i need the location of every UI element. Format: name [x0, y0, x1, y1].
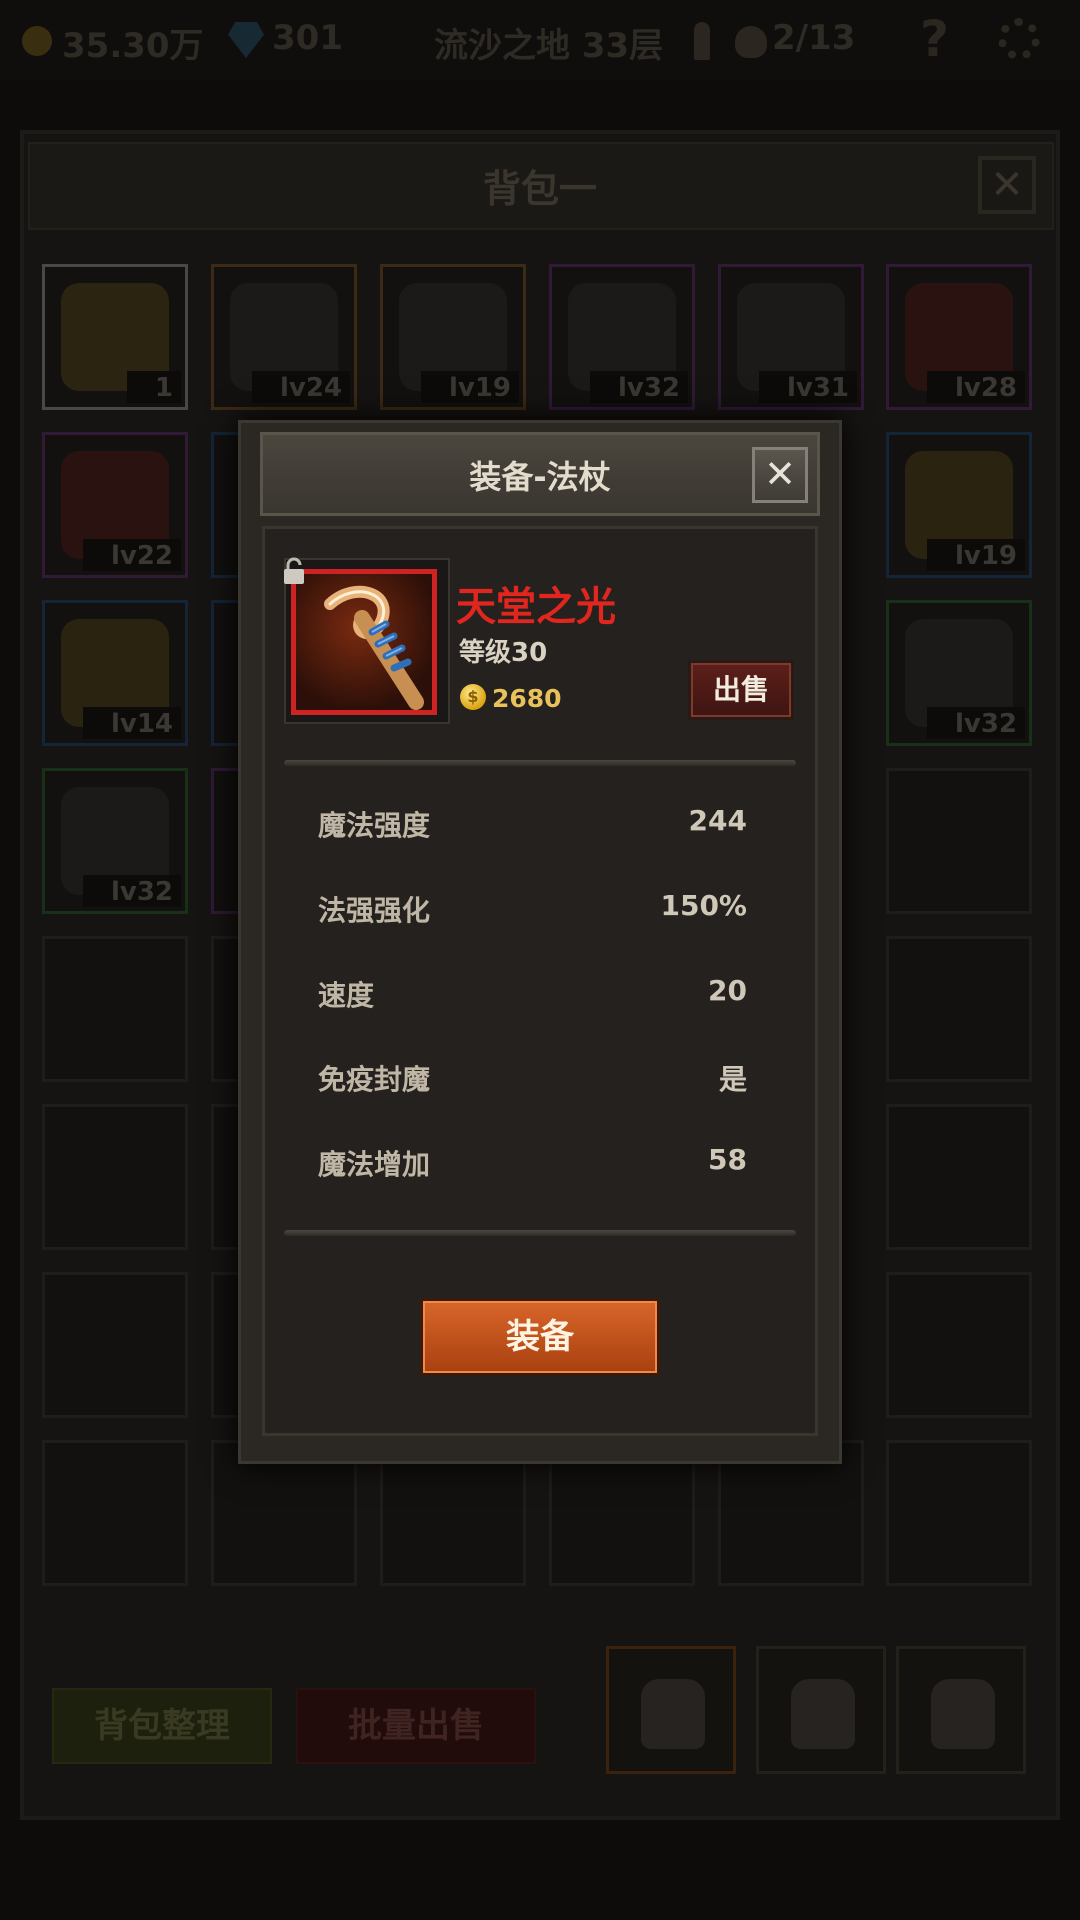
stat-label: 速度	[318, 979, 375, 1012]
bag-close-button[interactable]: ✕	[978, 156, 1036, 214]
inventory-slot[interactable]: lv24	[211, 264, 357, 410]
stat-value: 150%	[660, 889, 747, 922]
slot-label: 1	[126, 371, 181, 403]
inventory-slot[interactable]: lv32	[42, 768, 188, 914]
slot-label: lv31	[758, 371, 857, 403]
item-image	[291, 569, 437, 715]
skull-icon	[735, 26, 767, 58]
inventory-slot-empty[interactable]	[886, 1440, 1032, 1586]
sell-button[interactable]: 出售	[688, 660, 794, 720]
staff-item-icon	[324, 585, 424, 710]
inventory-slot[interactable]: lv31	[718, 264, 864, 410]
slot-label: lv24	[251, 371, 350, 403]
slot-label: lv19	[420, 371, 519, 403]
equip-button[interactable]: 装备	[420, 1298, 660, 1376]
settings-icon[interactable]	[998, 18, 1040, 60]
inventory-slot-empty[interactable]	[886, 768, 1032, 914]
stat-label: 魔法强度	[318, 809, 431, 842]
item-price: 2680	[492, 684, 562, 713]
dialog-close-button[interactable]: ✕	[752, 447, 808, 503]
monster-counter: 2/13	[772, 18, 856, 58]
backpack-icon	[931, 1679, 995, 1749]
divider	[284, 1230, 796, 1236]
slot-label: lv32	[82, 875, 181, 907]
bulk-sell-button[interactable]: 批量出售	[296, 1688, 536, 1764]
inventory-slot[interactable]: lv19	[886, 432, 1032, 578]
inventory-slot[interactable]: lv22	[42, 432, 188, 578]
inventory-slot[interactable]: 1	[42, 264, 188, 410]
slot-label: lv14	[82, 707, 181, 739]
bag-tab-2[interactable]	[756, 1646, 886, 1774]
inventory-slot-empty[interactable]	[42, 936, 188, 1082]
sort-bag-button[interactable]: 背包整理	[52, 1688, 272, 1764]
inventory-slot-empty[interactable]	[886, 1104, 1032, 1250]
divider	[284, 760, 796, 766]
stat-value: 244	[688, 804, 747, 837]
gold-coin-icon: $	[460, 684, 486, 710]
dialog-title: 装备-法杖	[469, 458, 611, 496]
slot-label: lv19	[926, 539, 1025, 571]
stat-value: 58	[708, 1143, 747, 1176]
inventory-slot[interactable]: lv32	[549, 264, 695, 410]
coin-icon	[22, 26, 52, 56]
bag-tab-3[interactable]	[896, 1646, 1026, 1774]
inventory-slot[interactable]: lv32	[886, 600, 1032, 746]
backpack-icon	[641, 1679, 705, 1749]
inventory-slot[interactable]: lv28	[886, 264, 1032, 410]
location-title: 流沙之地 33层	[434, 26, 664, 66]
stat-label: 免疫封魔	[318, 1063, 431, 1096]
key-icon	[694, 22, 710, 60]
bag-title: 背包一	[482, 167, 597, 211]
stat-label: 魔法增加	[318, 1148, 431, 1181]
inventory-slot-empty[interactable]	[42, 1440, 188, 1586]
backpack-icon	[791, 1679, 855, 1749]
stat-label: 法强强化	[318, 894, 431, 927]
inventory-slot-empty[interactable]	[42, 1272, 188, 1418]
item-name: 天堂之光	[456, 584, 616, 630]
slot-label: lv22	[82, 539, 181, 571]
lock-icon[interactable]	[282, 556, 306, 586]
item-level: 等级30	[459, 638, 548, 668]
inventory-slot-empty[interactable]	[886, 936, 1032, 1082]
inventory-slot-empty[interactable]	[886, 1272, 1032, 1418]
help-icon[interactable]: ?	[920, 10, 949, 68]
inventory-slot[interactable]: lv19	[380, 264, 526, 410]
stat-value: 是	[718, 1063, 747, 1096]
inventory-slot-empty[interactable]	[42, 1104, 188, 1250]
stat-value: 20	[708, 974, 747, 1007]
slot-label: lv28	[926, 371, 1025, 403]
bag-tab-1[interactable]	[606, 1646, 736, 1774]
gold-amount: 35.30万	[62, 26, 204, 66]
gem-amount: 301	[272, 18, 343, 58]
slot-label: lv32	[926, 707, 1025, 739]
slot-label: lv32	[589, 371, 688, 403]
inventory-slot[interactable]: lv14	[42, 600, 188, 746]
